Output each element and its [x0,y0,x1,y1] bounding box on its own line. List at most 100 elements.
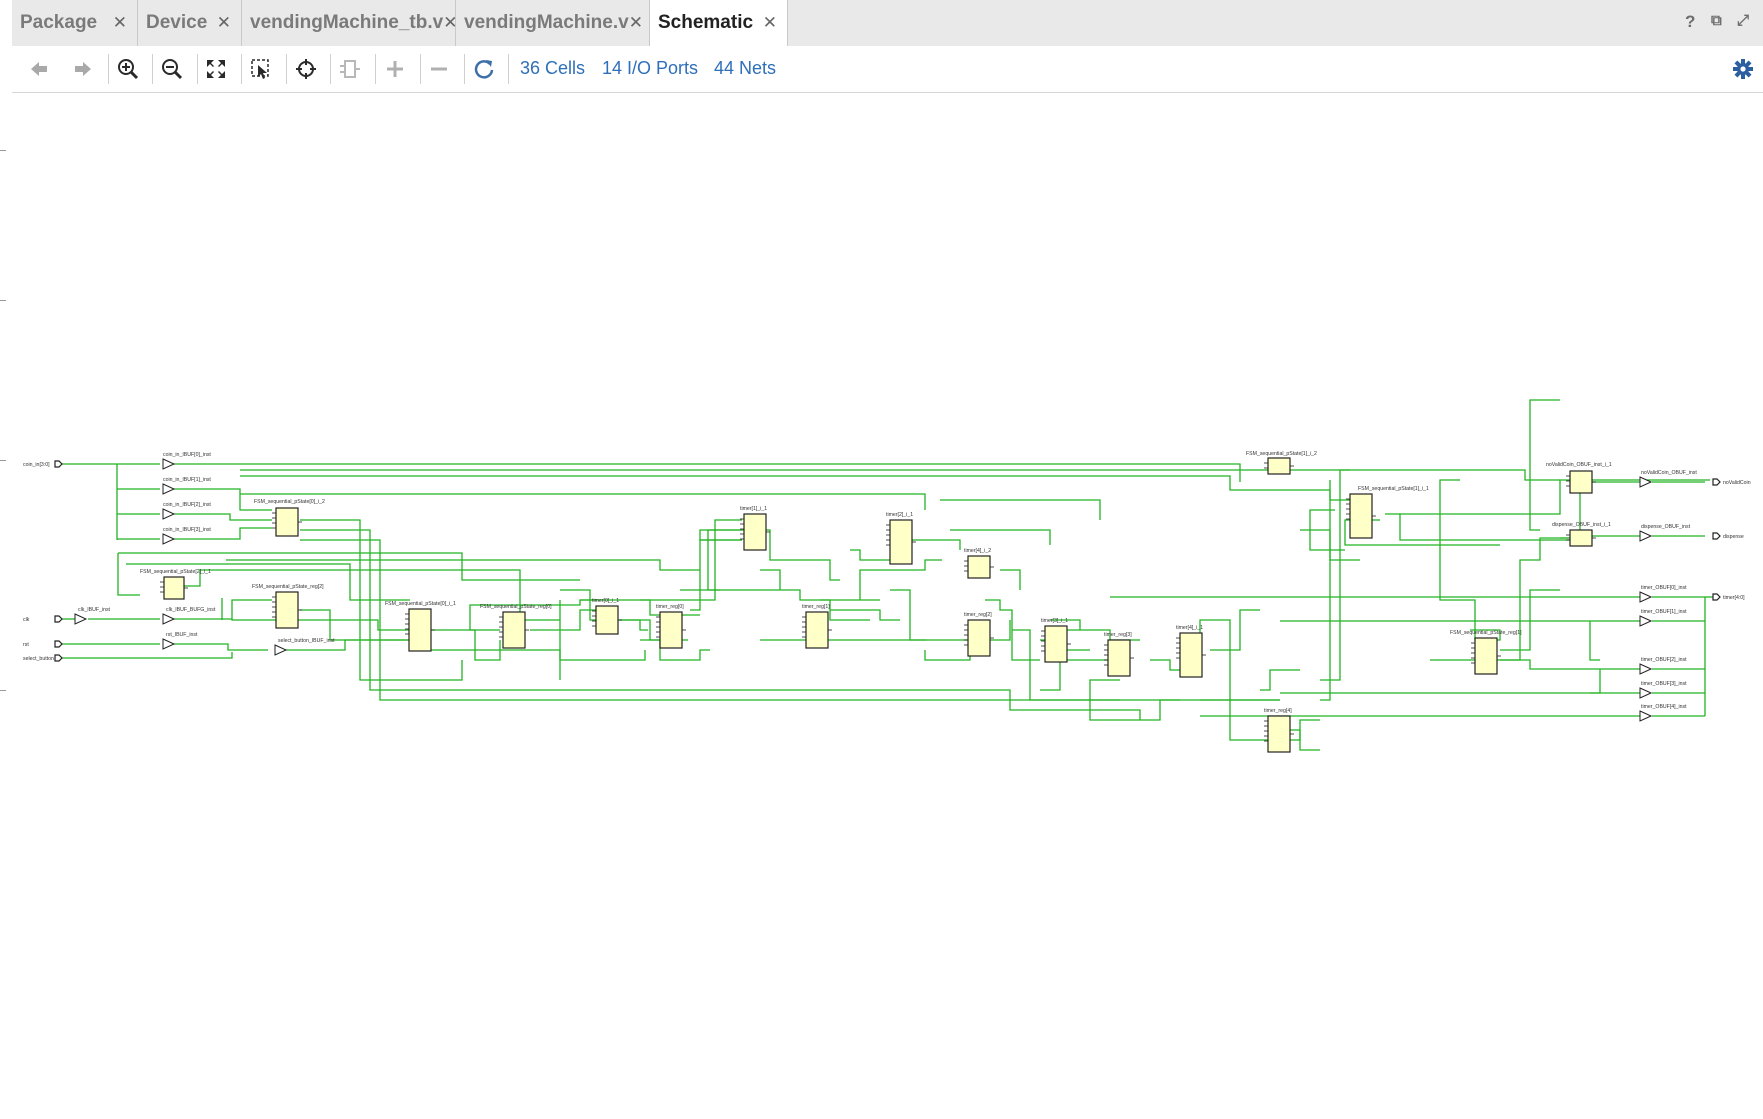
net-wire[interactable] [1385,513,1570,541]
net-wire[interactable] [760,569,781,590]
schematic-cell[interactable] [275,591,299,629]
schematic-cell[interactable] [1107,639,1131,677]
io-ports-count-link[interactable]: 14 I/O Ports [602,58,698,79]
forward-arrow-icon[interactable] [68,54,98,84]
maximize-icon[interactable]: ⤢ [1737,12,1749,29]
schematic-cell[interactable] [1569,529,1593,547]
net-wire[interactable] [240,493,926,510]
net-wire[interactable] [420,649,561,680]
schematic-cell[interactable] [502,611,526,649]
net-wire[interactable] [1590,669,1601,694]
tab-schematic[interactable]: Schematic ✕ [650,0,788,46]
close-icon[interactable]: ✕ [763,13,777,33]
net-wire[interactable] [240,469,1560,481]
schematic-cell[interactable] [1267,715,1291,753]
restore-icon[interactable]: ⧉ [1711,12,1722,29]
schematic-cell[interactable] [967,619,991,657]
net-wire[interactable] [890,589,927,641]
cells-count-link[interactable]: 36 Cells [520,58,585,79]
buffer-symbol[interactable] [1639,530,1653,542]
net-wire[interactable] [940,499,1101,520]
schematic-cell[interactable] [408,608,432,652]
net-wire[interactable] [859,559,942,600]
net-wire[interactable] [174,463,1241,482]
net-wire[interactable] [1000,569,1021,590]
schematic-cell[interactable] [595,605,619,635]
net-wire[interactable] [430,629,501,661]
input-port[interactable] [54,640,63,648]
schematic-cell[interactable] [275,507,299,537]
buffer-symbol[interactable] [1639,615,1653,627]
net-wire[interactable] [680,589,880,601]
schematic-cell[interactable] [967,555,991,579]
close-icon[interactable]: ✕ [217,13,231,33]
zoom-area-icon[interactable] [246,54,276,84]
tab-device[interactable]: Device ✕ [138,0,242,46]
schematic-diagram[interactable]: coin_in[3:0]clk rst select_button noValidCo… [12,93,1763,1114]
schematic-cell[interactable] [805,611,829,649]
net-wire[interactable] [231,619,410,631]
buffer-symbol[interactable] [162,533,176,545]
tab-vendingmachine-tb[interactable]: vendingMachine_tb.v ✕ [242,0,457,46]
net-wire[interactable] [1320,469,1350,681]
net-wire[interactable] [1320,480,1331,701]
back-arrow-icon[interactable] [24,54,54,84]
input-port[interactable] [54,460,63,468]
buffer-symbol[interactable] [162,483,176,495]
schematic-cell[interactable] [1179,632,1203,678]
net-wire[interactable] [830,609,900,621]
buffer-symbol[interactable] [162,508,176,520]
net-wire[interactable] [1430,659,1640,670]
help-icon[interactable]: ? [1685,12,1695,32]
zoom-out-icon[interactable] [157,54,187,84]
net-wire[interactable] [60,652,233,659]
net-wire[interactable] [240,475,1350,501]
net-wire[interactable] [300,539,1280,701]
schematic-canvas[interactable]: coin_in[3:0] clk rst select_button noValidCo… [12,93,1763,1114]
net-wire[interactable] [1589,621,1600,661]
buffer-symbol[interactable] [1639,476,1653,488]
schematic-cell[interactable] [163,576,185,600]
net-wire[interactable] [707,529,742,591]
schematic-cell[interactable] [1267,457,1291,475]
buffer-symbol[interactable] [74,613,88,625]
fit-view-icon[interactable] [201,54,231,84]
net-wire[interactable] [174,513,272,521]
net-wire[interactable] [1500,537,1570,661]
output-port[interactable] [1712,478,1721,486]
net-wire[interactable] [1200,699,1320,741]
buffer-symbol[interactable] [1639,663,1653,675]
refresh-icon[interactable] [469,54,499,84]
net-wire[interactable] [950,529,1051,545]
remove-icon[interactable] [424,54,454,84]
input-port[interactable] [54,654,63,662]
net-wire[interactable] [1439,479,1480,641]
gear-icon[interactable] [1728,54,1758,84]
output-port[interactable] [1712,593,1721,601]
close-icon[interactable]: ✕ [113,13,127,33]
net-wire[interactable] [1210,609,1260,651]
zoom-in-icon[interactable] [113,54,143,84]
net-wire[interactable] [117,553,140,596]
net-wire[interactable] [300,609,410,641]
tab-package[interactable]: Package ✕ [12,0,138,46]
tab-vendingmachine[interactable]: vendingMachine.v ✕ [456,0,650,46]
net-wire[interactable] [1500,589,1560,651]
buffer-symbol[interactable] [162,638,176,650]
schematic-cell[interactable] [1569,470,1593,494]
schematic-cell[interactable] [743,513,767,551]
add-icon[interactable] [380,54,410,84]
schematic-cell[interactable] [889,519,913,565]
net-wire[interactable] [1260,669,1300,691]
net-wire[interactable] [174,643,268,651]
buffer-symbol[interactable] [162,613,176,625]
schematic-cell[interactable] [1044,625,1068,663]
select-object-icon[interactable] [291,54,321,84]
buffer-symbol[interactable] [1639,591,1653,603]
input-port[interactable] [54,615,63,623]
buffer-symbol[interactable] [162,458,176,470]
close-icon[interactable]: ✕ [629,13,643,33]
net-wire[interactable] [760,529,840,581]
schematic-cell[interactable] [659,611,683,649]
buffer-symbol[interactable] [274,644,288,656]
